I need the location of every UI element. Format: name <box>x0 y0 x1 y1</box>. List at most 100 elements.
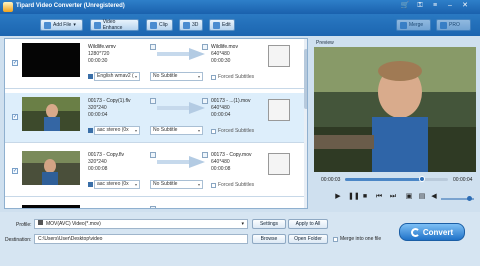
output-resolution: 640*480 <box>211 159 230 165</box>
snapshot-icon[interactable]: ▣ <box>405 193 413 201</box>
merge-checkbox[interactable] <box>333 236 338 242</box>
stop-icon[interactable]: ■ <box>361 193 369 201</box>
more-button[interactable]: PRO <box>436 19 471 31</box>
video-thumbnail <box>22 151 80 185</box>
video-enhance-button[interactable]: Video Enhance <box>90 19 139 31</box>
volume-handle[interactable] <box>467 196 473 201</box>
thumbnail-image <box>22 97 80 131</box>
subtitle-dropdown[interactable]: No Subtitle ▾ <box>150 126 203 135</box>
chevron-down-icon: ▾ <box>134 128 137 133</box>
audio-track-dropdown[interactable]: aac stereo (0x ▾ <box>94 126 140 135</box>
edit-button[interactable]: Edit <box>209 19 235 31</box>
forced-subtitles[interactable]: Forced Subtitles <box>211 182 254 188</box>
edit-output-icon[interactable] <box>202 98 208 104</box>
profile-dropdown[interactable]: MOV(AVC) Video(*.mov) ▾ <box>34 219 248 229</box>
destination-field[interactable]: C:\Users\User\Desktop\video <box>34 234 248 244</box>
menu-icon[interactable]: ≡ <box>428 1 442 11</box>
edit-output-icon[interactable] <box>202 152 208 158</box>
file-row[interactable]: ✓ Wildlife.wmv 1280*720 00:00:30 Wildlif… <box>5 39 307 89</box>
folder-icon[interactable]: ▤ <box>418 193 426 201</box>
audio-track-dropdown[interactable]: English wmav2 (▾ <box>94 72 140 81</box>
audio-icon <box>88 182 93 187</box>
close-button[interactable]: ✕ <box>458 1 472 11</box>
audio-track-value: English wmav2 ( <box>97 73 134 79</box>
audio-track-value: aac stereo (0x <box>97 181 129 187</box>
settings-button[interactable]: Settings <box>252 219 286 229</box>
add-file-label: Add File <box>53 22 72 28</box>
info-icon[interactable] <box>150 44 156 50</box>
clip-label: Clip <box>159 22 168 28</box>
output-filename: 00173 - Copy.mov <box>211 152 252 158</box>
convert-label: Convert <box>422 227 454 237</box>
file-row[interactable]: ✓ <box>5 201 307 208</box>
edit-output-icon[interactable] <box>202 44 208 50</box>
preview-player[interactable] <box>314 47 476 172</box>
seek-handle[interactable] <box>419 176 426 182</box>
volume-icon[interactable]: ◀ <box>430 193 438 201</box>
3d-button[interactable]: 3D <box>179 19 203 31</box>
forced-subtitles-label: Forced Subtitles <box>218 74 255 80</box>
open-folder-button[interactable]: Open Folder <box>288 234 328 244</box>
forced-subtitles[interactable]: Forced Subtitles <box>211 74 254 80</box>
chevron-down-icon: ▾ <box>73 22 76 28</box>
pause-icon[interactable]: ❚❚ <box>348 193 360 201</box>
convert-arrow-icon <box>157 48 205 60</box>
source-duration: 00:00:08 <box>88 166 108 172</box>
format-icon[interactable] <box>268 99 290 121</box>
chevron-down-icon: ▾ <box>134 182 137 187</box>
add-file-icon <box>44 21 51 29</box>
output-duration: 00:00:30 <box>211 58 231 64</box>
forced-subtitles-checkbox[interactable] <box>211 74 216 80</box>
forced-subtitles-checkbox[interactable] <box>211 182 216 188</box>
merge-label: Merge into one file <box>340 236 382 242</box>
chevron-down-icon: ▾ <box>197 74 200 79</box>
file-checkbox[interactable]: ✓ <box>12 60 18 66</box>
cart-icon[interactable]: 🛒 <box>398 1 412 11</box>
file-row[interactable]: ✓ 00173 - Copy(1).flv 320*240 00:00:04 0… <box>5 93 307 143</box>
key-icon[interactable]: ⚿ <box>413 1 427 11</box>
audio-icon <box>88 74 93 79</box>
info-icon[interactable] <box>150 152 156 158</box>
app-logo-icon <box>3 2 13 12</box>
scrollbar-thumb[interactable] <box>304 49 307 109</box>
browse-button[interactable]: Browse <box>252 234 286 244</box>
forced-subtitles-checkbox[interactable] <box>211 128 216 134</box>
clip-button[interactable]: Clip <box>146 19 173 31</box>
previous-frame-icon[interactable]: ⏮ <box>375 193 383 201</box>
profile-format-icon <box>38 220 43 225</box>
info-icon[interactable] <box>150 206 156 208</box>
subtitle-dropdown[interactable]: No Subtitle ▾ <box>150 180 203 189</box>
merge-option[interactable]: Merge into one file <box>333 236 381 242</box>
preview-frame <box>314 47 476 172</box>
forced-subtitles[interactable]: Forced Subtitles <box>211 128 254 134</box>
file-checkbox[interactable]: ✓ <box>12 168 18 174</box>
info-icon[interactable] <box>150 98 156 104</box>
audio-track-dropdown[interactable]: aac stereo (0x ▾ <box>94 180 140 189</box>
merge-button[interactable]: Merge <box>396 19 431 31</box>
video-thumbnail <box>22 205 80 208</box>
file-row[interactable]: ✓ 00173 - Copy.flv 320*240 00:00:08 0017… <box>5 147 307 197</box>
toolbar: Add File ▾ Video Enhance Clip 3D Edit Me… <box>0 14 480 36</box>
format-icon[interactable] <box>268 45 290 67</box>
chevron-down-icon: ▾ <box>197 128 200 133</box>
subtitle-value: No Subtitle <box>153 73 178 79</box>
subtitle-dropdown[interactable]: No Subtitle ▾ <box>150 72 203 81</box>
play-icon[interactable]: ▶ <box>334 193 342 201</box>
next-frame-icon[interactable]: ⏭ <box>389 193 397 201</box>
chevron-down-icon: ▾ <box>197 182 200 187</box>
output-filename: 00173 - ...(1).mov <box>211 98 251 104</box>
file-checkbox[interactable]: ✓ <box>12 114 18 120</box>
list-scrollbar[interactable] <box>304 39 307 208</box>
source-resolution: 320*240 <box>88 159 107 165</box>
format-icon[interactable] <box>268 153 290 175</box>
scissors-icon <box>150 21 157 29</box>
profile-label: Profile: <box>16 222 32 228</box>
convert-button[interactable]: Convert <box>399 223 465 241</box>
more-icon <box>440 21 447 29</box>
seek-bar[interactable] <box>345 176 448 182</box>
apply-to-all-button[interactable]: Apply to All <box>288 219 328 229</box>
volume-slider[interactable] <box>441 196 474 201</box>
add-file-button[interactable]: Add File ▾ <box>40 19 83 31</box>
minimize-button[interactable]: – <box>443 1 457 11</box>
subtitle-value: No Subtitle <box>153 127 178 133</box>
